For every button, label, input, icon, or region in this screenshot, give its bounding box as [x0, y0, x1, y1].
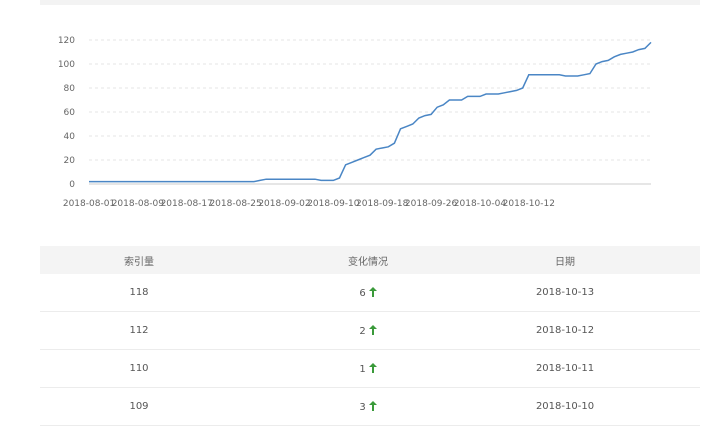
- row-change: 6: [238, 286, 498, 299]
- row-change: 3: [238, 400, 498, 413]
- index-table: 索引量 变化情况 日期 118 6 2018-10-13 112 2 2018-…: [40, 246, 700, 426]
- x-tick-label: 2018-10-04: [454, 199, 507, 209]
- x-tick-label: 2018-08-09: [112, 199, 165, 209]
- row-date: 2018-10-13: [535, 287, 595, 298]
- index-trend-chart: 0 20 40 60 80 100 120 2018-08-01 2018-08-09 2018-…: [0, 0, 716, 225]
- change-value: 3: [359, 401, 366, 413]
- x-tick-label: 2018-08-01: [63, 199, 115, 209]
- y-tick-label: 120: [58, 36, 75, 46]
- x-tick-label: 2018-09-10: [307, 199, 360, 209]
- x-tick-label: 2018-08-17: [161, 199, 213, 209]
- row-date: 2018-10-11: [535, 363, 595, 374]
- header-count: 索引量: [124, 256, 154, 268]
- row-date: 2018-10-10: [535, 401, 595, 412]
- header-date: 日期: [555, 256, 575, 268]
- y-tick-label: 40: [64, 132, 76, 142]
- x-tick-label: 2018-10-12: [503, 199, 555, 209]
- row-count: 118: [129, 287, 149, 298]
- row-date: 2018-10-12: [535, 325, 595, 336]
- change-value: 6: [359, 287, 366, 299]
- up-arrow-icon: [368, 362, 377, 373]
- header-change: 变化情况: [348, 256, 388, 268]
- row-count: 110: [129, 363, 149, 374]
- x-tick-label: 2018-09-26: [405, 199, 458, 209]
- row-count: 109: [129, 401, 149, 412]
- table-row: 110 1 2018-10-11: [40, 350, 700, 388]
- x-tick-label: 2018-09-02: [258, 199, 310, 209]
- row-count: 112: [129, 325, 149, 336]
- y-tick-label: 20: [64, 156, 76, 166]
- change-value: 1: [359, 363, 366, 375]
- y-tick-label: 80: [64, 84, 76, 94]
- table-row: 109 3 2018-10-10: [40, 388, 700, 426]
- up-arrow-icon: [368, 286, 377, 297]
- change-value: 2: [359, 325, 366, 337]
- table-header: 索引量 变化情况 日期: [40, 246, 700, 274]
- y-tick-label: 60: [64, 108, 76, 118]
- x-tick-label: 2018-09-18: [356, 199, 409, 209]
- y-tick-label: 0: [69, 180, 75, 190]
- chart-svg: 0204060801001202018-08-012018-08-092018-…: [58, 36, 652, 209]
- x-tick-label: 2018-08-25: [209, 199, 261, 209]
- table-row: 118 6 2018-10-13: [40, 274, 700, 312]
- row-change: 1: [238, 362, 498, 375]
- y-tick-label: 100: [58, 60, 75, 70]
- row-change: 2: [238, 324, 498, 337]
- up-arrow-icon: [368, 324, 377, 335]
- table-row: 112 2 2018-10-12: [40, 312, 700, 350]
- up-arrow-icon: [368, 400, 377, 411]
